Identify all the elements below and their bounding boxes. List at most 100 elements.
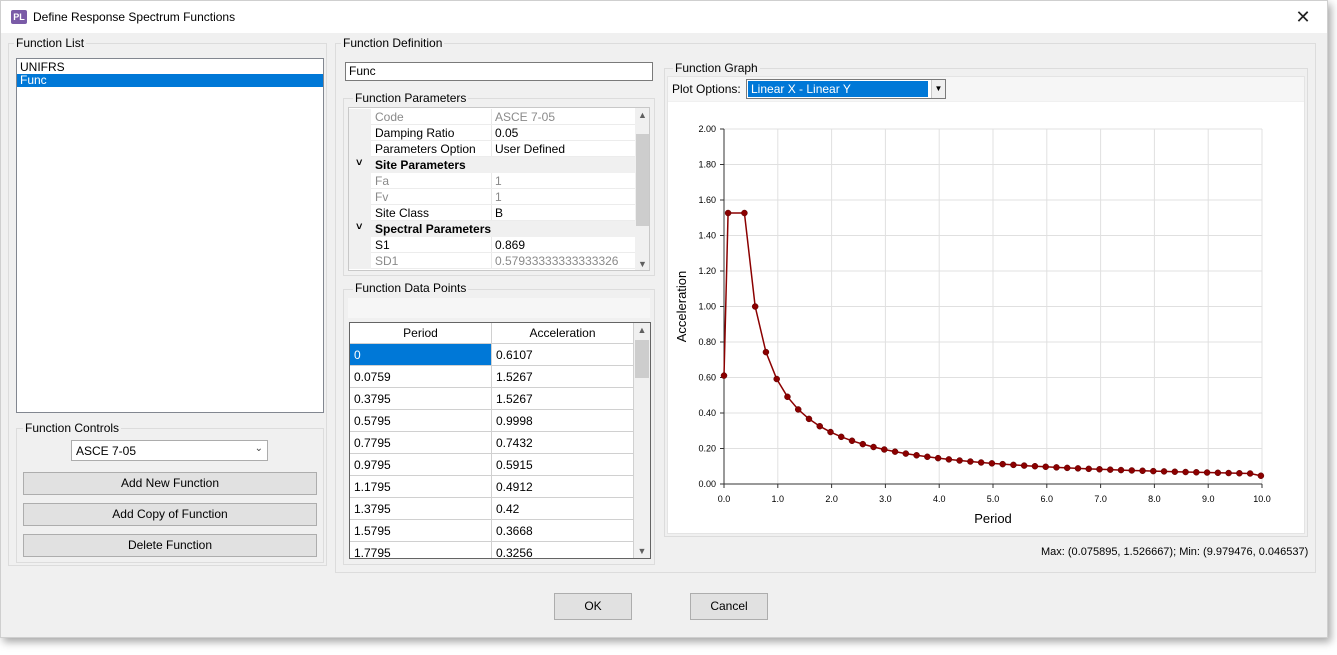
acceleration-cell[interactable]: 1.5267 xyxy=(492,388,634,410)
y-tick-label: 1.40 xyxy=(698,231,716,241)
period-cell[interactable]: 1.3795 xyxy=(350,498,492,520)
data-point xyxy=(1257,472,1265,479)
property-name: SD1 xyxy=(375,254,399,268)
column-divider xyxy=(491,141,492,157)
data-point xyxy=(794,406,802,413)
acceleration-cell[interactable]: 0.6107 xyxy=(492,344,634,366)
code-select-value: ASCE 7-05 xyxy=(76,444,137,458)
data-point xyxy=(1214,469,1222,477)
period-cell[interactable]: 0.7795 xyxy=(350,432,492,454)
function-name-value: Func xyxy=(349,64,376,78)
property-value[interactable]: B xyxy=(495,206,503,220)
y-tick-label: 1.20 xyxy=(698,266,716,276)
x-axis-label: Period xyxy=(974,511,1012,526)
property-row: Fv 1 xyxy=(349,189,635,205)
scroll-down-icon[interactable]: ▼ xyxy=(635,257,649,270)
add-new-function-button[interactable]: Add New Function xyxy=(23,472,317,495)
acceleration-cell[interactable]: 0.5915 xyxy=(492,454,634,476)
property-category[interactable]: ˅ Site Parameters xyxy=(349,157,635,173)
data-point xyxy=(859,440,867,448)
data-point xyxy=(751,303,759,310)
scroll-up-icon[interactable]: ▲ xyxy=(635,108,649,122)
property-value[interactable]: 0.869 xyxy=(495,238,525,252)
cancel-button[interactable]: Cancel xyxy=(690,593,768,620)
property-value: ASCE 7-05 xyxy=(495,110,556,124)
acceleration-cell[interactable]: 0.42 xyxy=(492,498,634,520)
property-gutter xyxy=(349,125,371,141)
delete-function-button[interactable]: Delete Function xyxy=(23,534,317,557)
parameters-property-grid[interactable]: Code ASCE 7-05 Damping Ratio 0.05 Parameters… xyxy=(348,107,650,271)
x-tick-label: 5.0 xyxy=(987,494,1000,504)
column-header-period[interactable]: Period xyxy=(350,323,492,344)
collapse-chevron-icon[interactable]: ˅ xyxy=(356,221,362,233)
function-definition-legend: Function Definition xyxy=(341,36,445,50)
property-gutter xyxy=(349,205,371,221)
property-row: SD1 0.57933333333333326 xyxy=(349,253,635,269)
period-cell[interactable]: 0.3795 xyxy=(350,388,492,410)
code-select[interactable]: ASCE 7-05 ⌄ xyxy=(71,440,268,461)
property-row[interactable]: S1 0.869 xyxy=(349,237,635,253)
scroll-up-icon[interactable]: ▲ xyxy=(634,323,650,337)
function-graph-legend: Function Graph xyxy=(673,61,760,75)
function-list-item[interactable]: UNIFRS xyxy=(17,61,323,74)
property-row[interactable]: Parameters Option User Defined xyxy=(349,141,635,157)
plot-options-label: Plot Options: xyxy=(672,82,741,96)
acceleration-cell[interactable]: 1.5267 xyxy=(492,366,634,388)
period-cell[interactable]: 0.0759 xyxy=(350,366,492,388)
period-cell[interactable]: 0.9795 xyxy=(350,454,492,476)
x-tick-label: 0.0 xyxy=(718,494,731,504)
dialog-window: PL Define Response Spectrum Functions ✕ … xyxy=(0,0,1328,638)
data-points-grid[interactable]: Period Acceleration 0 0.6107 0.0759 1.5267 0… xyxy=(349,322,651,559)
period-cell[interactable]: 1.1795 xyxy=(350,476,492,498)
period-cell[interactable]: 0.5795 xyxy=(350,410,492,432)
property-value[interactable]: 0.05 xyxy=(495,126,518,140)
function-list-item[interactable]: Func xyxy=(17,74,323,87)
acceleration-cell[interactable]: 0.7432 xyxy=(492,432,634,454)
function-name-input[interactable]: Func xyxy=(345,62,653,81)
parameters-scrollbar[interactable]: ▲ ▼ xyxy=(635,108,649,270)
column-header-acceleration[interactable]: Acceleration xyxy=(492,323,634,344)
scroll-thumb[interactable] xyxy=(636,134,649,226)
data-point xyxy=(848,437,856,445)
scroll-down-icon[interactable]: ▼ xyxy=(634,544,650,558)
period-cell[interactable]: 1.5795 xyxy=(350,520,492,542)
property-category-label: Spectral Parameters xyxy=(375,222,492,236)
property-row[interactable]: Site Class B xyxy=(349,205,635,221)
function-list-legend: Function List xyxy=(14,36,87,50)
close-icon[interactable]: ✕ xyxy=(1293,7,1313,27)
acceleration-cell[interactable]: 0.3668 xyxy=(492,520,634,542)
column-divider xyxy=(491,237,492,253)
max-min-readout: Max: (0.075895, 1.526667); Min: (9.97947… xyxy=(1041,546,1309,558)
x-tick-label: 8.0 xyxy=(1148,494,1161,504)
property-row[interactable]: Damping Ratio 0.05 xyxy=(349,125,635,141)
function-parameters-legend: Function Parameters xyxy=(353,91,469,105)
data-point xyxy=(1225,469,1232,477)
dropdown-arrow-icon[interactable]: ▼ xyxy=(931,80,945,98)
data-point xyxy=(816,422,823,430)
x-tick-label: 3.0 xyxy=(879,494,892,504)
collapse-chevron-icon[interactable]: ˅ xyxy=(356,157,362,169)
y-tick-label: 1.60 xyxy=(698,195,716,205)
property-gutter xyxy=(349,189,371,205)
data-points-scrollbar[interactable]: ▲ ▼ xyxy=(634,323,650,558)
add-copy-function-button[interactable]: Add Copy of Function xyxy=(23,503,317,526)
function-listbox[interactable]: UNIFRS Func xyxy=(16,58,324,413)
acceleration-cell[interactable]: 0.4912 xyxy=(492,476,634,498)
ok-button[interactable]: OK xyxy=(554,593,632,620)
data-point xyxy=(1128,467,1136,474)
data-point xyxy=(1053,464,1060,471)
property-row: Code ASCE 7-05 xyxy=(349,109,635,125)
property-value[interactable]: User Defined xyxy=(495,142,565,156)
title-bar: PL Define Response Spectrum Functions ✕ xyxy=(1,1,1327,33)
acceleration-cell[interactable]: 0.9998 xyxy=(492,410,634,432)
data-point xyxy=(881,446,888,453)
property-category[interactable]: ˅ Spectral Parameters xyxy=(349,221,635,237)
data-point xyxy=(1063,464,1071,472)
period-cell[interactable]: 1.7795 xyxy=(350,542,492,558)
acceleration-cell[interactable]: 0.3256 xyxy=(492,542,634,558)
x-tick-label: 7.0 xyxy=(1094,494,1107,504)
data-point xyxy=(1042,463,1049,471)
period-cell[interactable]: 0 xyxy=(350,344,492,366)
scroll-thumb[interactable] xyxy=(635,340,649,378)
plot-options-select[interactable]: Linear X - Linear Y ▼ xyxy=(746,79,946,99)
